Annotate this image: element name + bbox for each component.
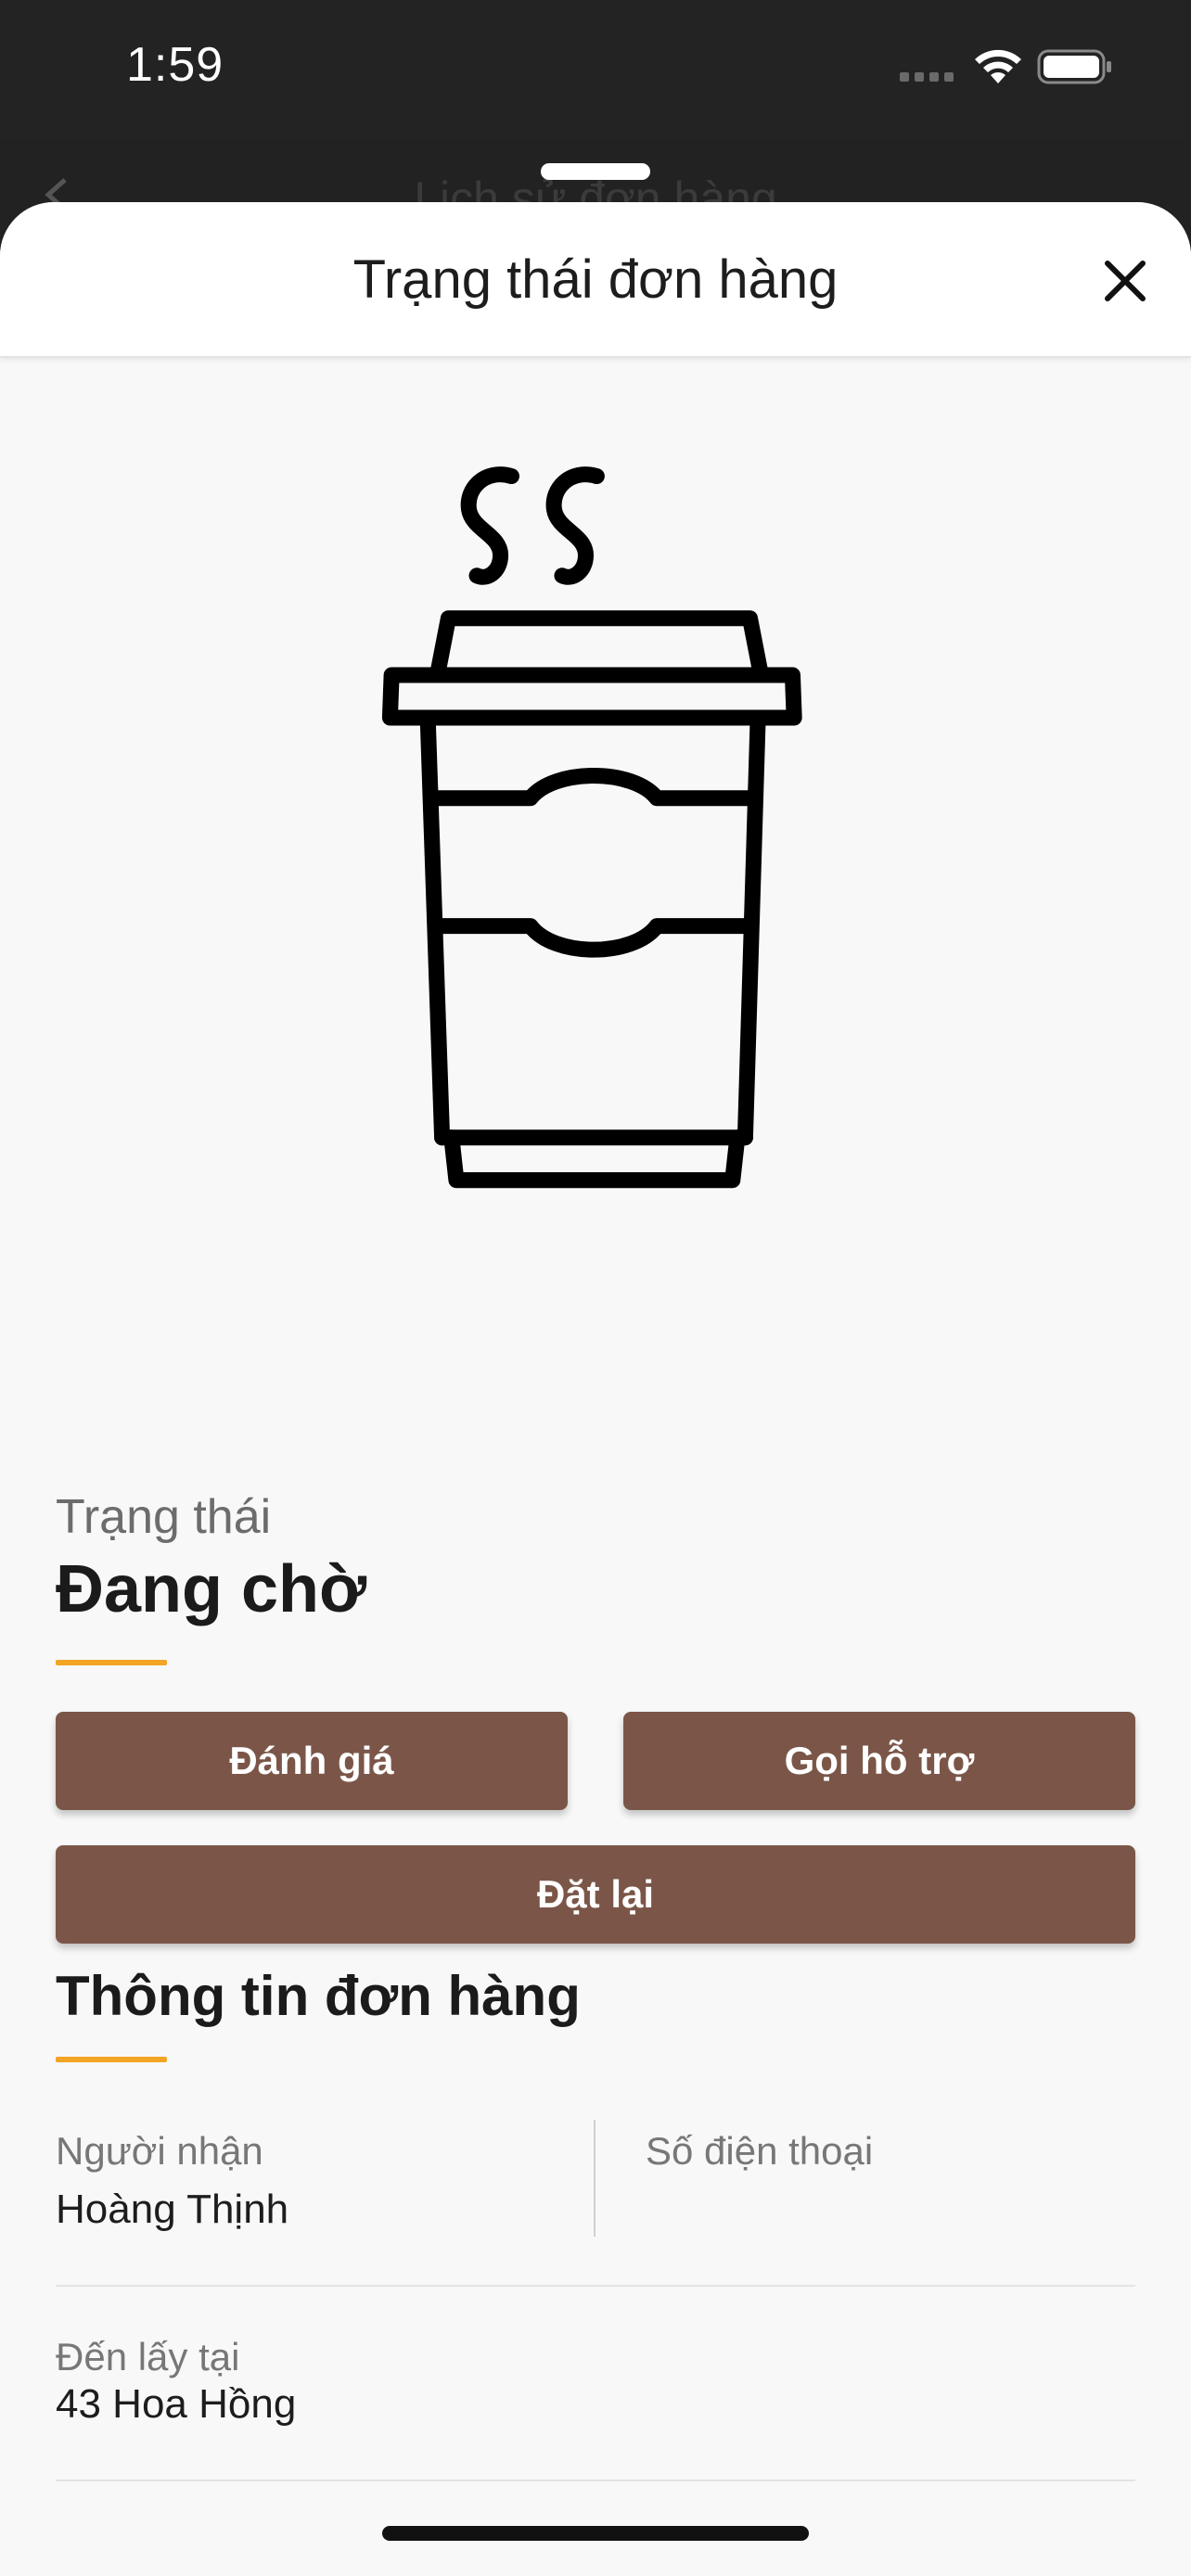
status-accent-underline: [56, 1660, 167, 1665]
order-info-accent-underline: [56, 2057, 167, 2062]
coffee-cup-stroke: [460, 466, 519, 585]
close-icon[interactable]: [1095, 250, 1156, 312]
coffee-cup-stroke: [424, 768, 762, 807]
wifi-icon: [975, 49, 1021, 83]
signal-icon: [900, 72, 954, 82]
phone-label: Số điện thoại: [646, 2129, 874, 2173]
status-time: 1:59: [126, 38, 224, 92]
coffee-cup-icon: [381, 466, 802, 1189]
order-status-label: Trạng thái: [56, 1490, 272, 1544]
reorder-button[interactable]: Đặt lại: [56, 1845, 1135, 1944]
pickup-value: 43 Hoa Hồng: [56, 2381, 297, 2427]
coffee-cup-stroke: [429, 610, 769, 683]
status-bar: 1:59: [0, 0, 1191, 139]
order-status-sheet: Trạng thái đơn hàng Trạng thái Đang chờ …: [0, 202, 1191, 2576]
pickup-label: Đến lấy tại: [56, 2335, 240, 2378]
recipient-value: Hoàng Thịnh: [56, 2187, 289, 2232]
home-indicator[interactable]: [382, 2526, 809, 2541]
sheet-grabber[interactable]: [541, 163, 650, 180]
coffee-cup-stroke: [429, 918, 759, 958]
recipient-label: Người nhận: [56, 2129, 263, 2173]
battery-icon: [1037, 49, 1111, 84]
info-row-divider: [56, 2480, 1135, 2481]
info-row-divider: [56, 2285, 1135, 2287]
coffee-cup-stroke: [545, 466, 605, 585]
sheet-title: Trạng thái đơn hàng: [352, 249, 839, 310]
coffee-cup-stroke: [381, 667, 802, 726]
order-status-value: Đang chờ: [56, 1552, 367, 1626]
order-info-title: Thông tin đơn hàng: [56, 1965, 581, 2027]
info-column-divider: [594, 2120, 596, 2237]
rate-button[interactable]: Đánh giá: [56, 1712, 568, 1810]
call-support-button[interactable]: Gọi hỗ trợ: [623, 1712, 1135, 1810]
sheet-header: Trạng thái đơn hàng: [0, 202, 1191, 358]
